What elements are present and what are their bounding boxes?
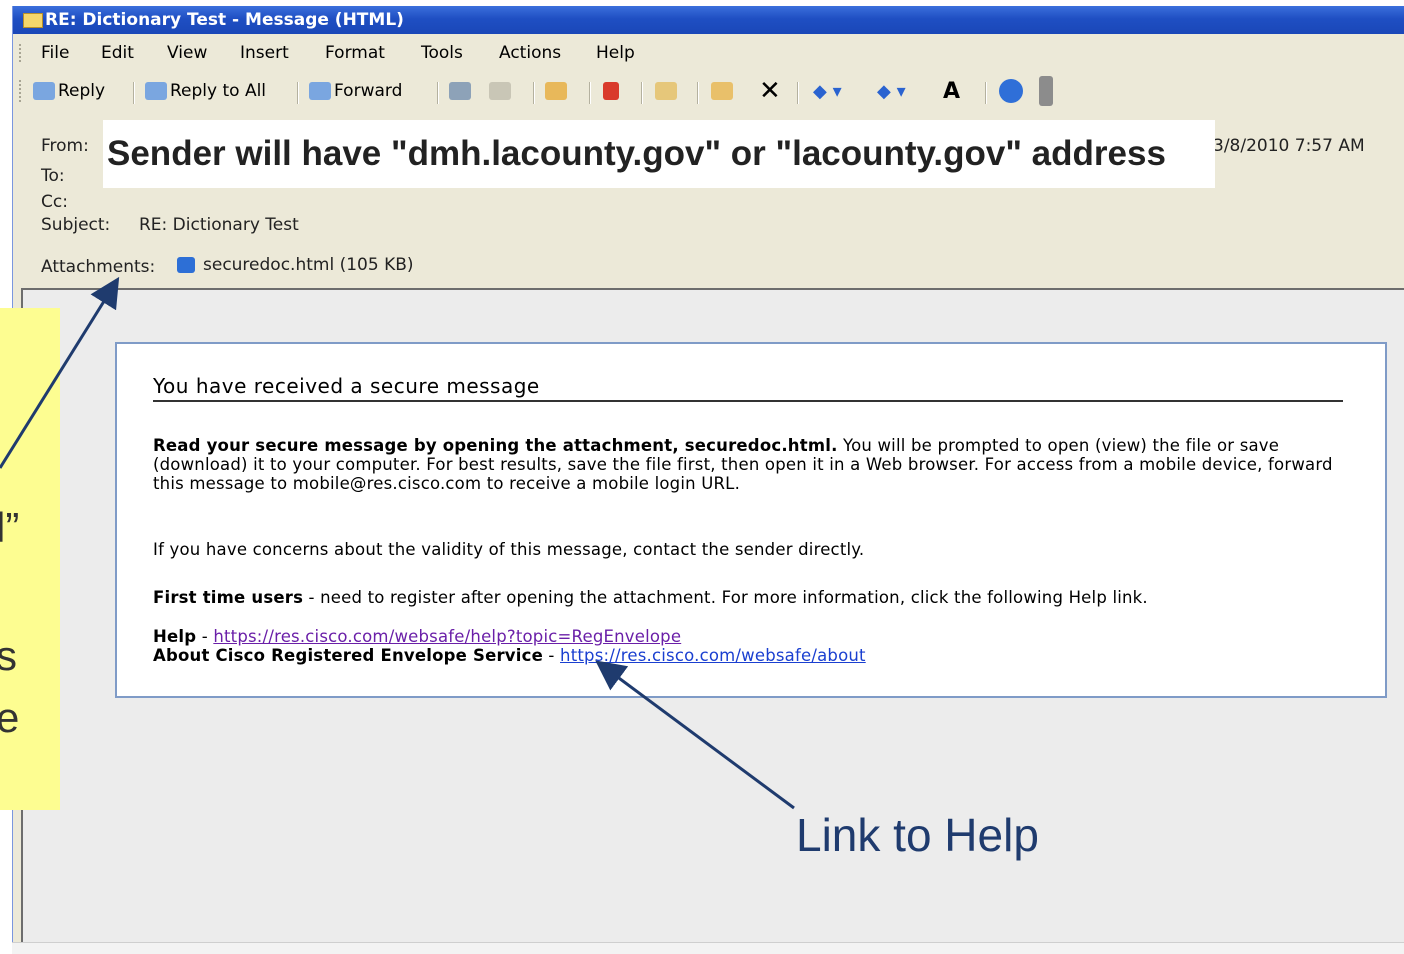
forward-item-button[interactable]	[711, 76, 736, 106]
about-link[interactable]: https://res.cisco.com/websafe/about	[560, 646, 866, 665]
cc-label: Cc:	[41, 192, 68, 212]
menu-insert[interactable]: Insert	[240, 38, 289, 68]
font-size-button[interactable]: A	[943, 76, 960, 106]
font-size-icon: A	[943, 78, 961, 104]
forward-label: Forward	[334, 81, 403, 101]
callout-fragment: l”	[0, 504, 20, 551]
menu-help[interactable]: Help	[596, 38, 635, 68]
validity-paragraph: If you have concerns about the validity …	[153, 540, 865, 559]
from-label: From:	[41, 136, 89, 156]
reply-all-button[interactable]: Reply to All	[145, 76, 266, 106]
help-line: Help - https://res.cisco.com/websafe/hel…	[153, 627, 1343, 646]
reply-icon	[33, 82, 55, 100]
toolbar-grip[interactable]	[19, 80, 24, 102]
delete-icon: ✕	[759, 76, 781, 106]
callout-fragment: e	[0, 694, 20, 741]
subject-value: RE: Dictionary Test	[139, 215, 299, 235]
about-line: About Cisco Registered Envelope Service …	[153, 646, 1343, 665]
toolbar-separator	[437, 82, 439, 104]
forward-button[interactable]: Forward	[309, 76, 402, 106]
forward-icon	[309, 82, 331, 100]
attachment-item[interactable]: securedoc.html (105 KB)	[173, 255, 414, 275]
instructions-bold: Read your secure message by opening the …	[153, 436, 838, 455]
html-file-icon	[177, 257, 195, 273]
window-title: RE: Dictionary Test - Message (HTML)	[45, 10, 404, 30]
help-link[interactable]: https://res.cisco.com/websafe/help?topic…	[213, 627, 681, 646]
first-time-paragraph: First time users - need to register afte…	[153, 588, 1343, 607]
next-item-icon: ◆ ▾	[877, 80, 906, 102]
toolbar-separator	[985, 82, 987, 104]
reply-all-icon	[145, 82, 167, 100]
attachments-label: Attachments:	[41, 257, 156, 277]
menu-format[interactable]: Format	[325, 38, 385, 68]
reply-label: Reply	[58, 81, 106, 101]
toolbar-separator	[533, 82, 535, 104]
move-to-folder-button[interactable]	[545, 76, 570, 106]
flag-icon	[603, 82, 619, 100]
menu-tools[interactable]: Tools	[421, 38, 463, 68]
help-label: Help	[153, 627, 197, 646]
reading-pane[interactable]: You have received a secure message Read …	[21, 288, 1404, 950]
forward-item-icon	[711, 82, 733, 100]
next-item-button[interactable]: ◆ ▾	[877, 76, 906, 106]
reply-all-label: Reply to All	[170, 81, 267, 101]
menu-file[interactable]: File	[41, 38, 69, 68]
flag-button[interactable]	[603, 76, 622, 106]
toolbar-separator	[641, 82, 643, 104]
envelope-icon	[23, 13, 43, 28]
subject-label: Subject:	[41, 215, 111, 235]
toolbar-separator	[589, 82, 591, 104]
previous-item-button[interactable]: ◆ ▾	[813, 76, 842, 106]
secure-message-title: You have received a secure message	[153, 374, 1343, 402]
reply-button[interactable]: Reply	[33, 76, 105, 106]
copy-button[interactable]	[489, 76, 514, 106]
callout-fragment: s	[0, 632, 17, 679]
chevron-down-icon	[1039, 76, 1053, 106]
help-annotation: Link to Help	[796, 809, 1039, 861]
message-window: RE: Dictionary Test - Message (HTML) Fil…	[12, 6, 1404, 953]
instructions-paragraph: Read your secure message by opening the …	[153, 436, 1343, 493]
help-separator: -	[196, 627, 214, 646]
help-button[interactable]	[999, 76, 1026, 106]
sent-date: 3/8/2010 7:57 AM	[1213, 136, 1365, 156]
attachment-name: securedoc.html (105 KB)	[203, 255, 414, 275]
to-label: To:	[41, 166, 65, 186]
about-separator: -	[542, 646, 561, 665]
menu-bar: File Edit View Insert Format Tools Actio…	[13, 38, 1404, 68]
sender-annotation: Sender will have "dmh.lacounty.gov" or "…	[103, 120, 1215, 188]
print-button[interactable]	[449, 76, 474, 106]
previous-item-icon: ◆ ▾	[813, 80, 842, 102]
help-icon	[999, 79, 1023, 103]
menu-grip[interactable]	[19, 44, 24, 62]
open-envelope-button[interactable]	[655, 76, 680, 106]
toolbar-separator	[697, 82, 699, 104]
side-callout: l” s e	[0, 308, 60, 810]
move-to-folder-icon	[545, 82, 567, 100]
about-label: About Cisco Registered Envelope Service	[153, 646, 543, 665]
toolbar-overflow-button[interactable]	[1039, 76, 1056, 106]
copy-icon	[489, 82, 511, 100]
menu-actions[interactable]: Actions	[499, 38, 561, 68]
toolbar-separator	[797, 82, 799, 104]
standard-toolbar: Reply Reply to All Forward ✕ ◆ ▾ ◆ ▾ A	[13, 72, 1404, 110]
secure-message-box: You have received a secure message Read …	[115, 342, 1387, 698]
toolbar-separator	[297, 82, 299, 104]
title-bar[interactable]: RE: Dictionary Test - Message (HTML)	[13, 6, 1404, 34]
first-time-bold: First time users	[153, 588, 304, 607]
menu-view[interactable]: View	[167, 38, 207, 68]
menu-edit[interactable]: Edit	[101, 38, 134, 68]
delete-button[interactable]: ✕	[759, 76, 781, 106]
open-envelope-icon	[655, 82, 677, 100]
print-icon	[449, 82, 471, 100]
status-strip	[12, 942, 1404, 954]
message-header: From: To: Cc: Subject: RE: Dictionary Te…	[13, 116, 1404, 286]
first-time-text: - need to register after opening the att…	[303, 588, 1148, 607]
toolbar-separator	[133, 82, 135, 104]
